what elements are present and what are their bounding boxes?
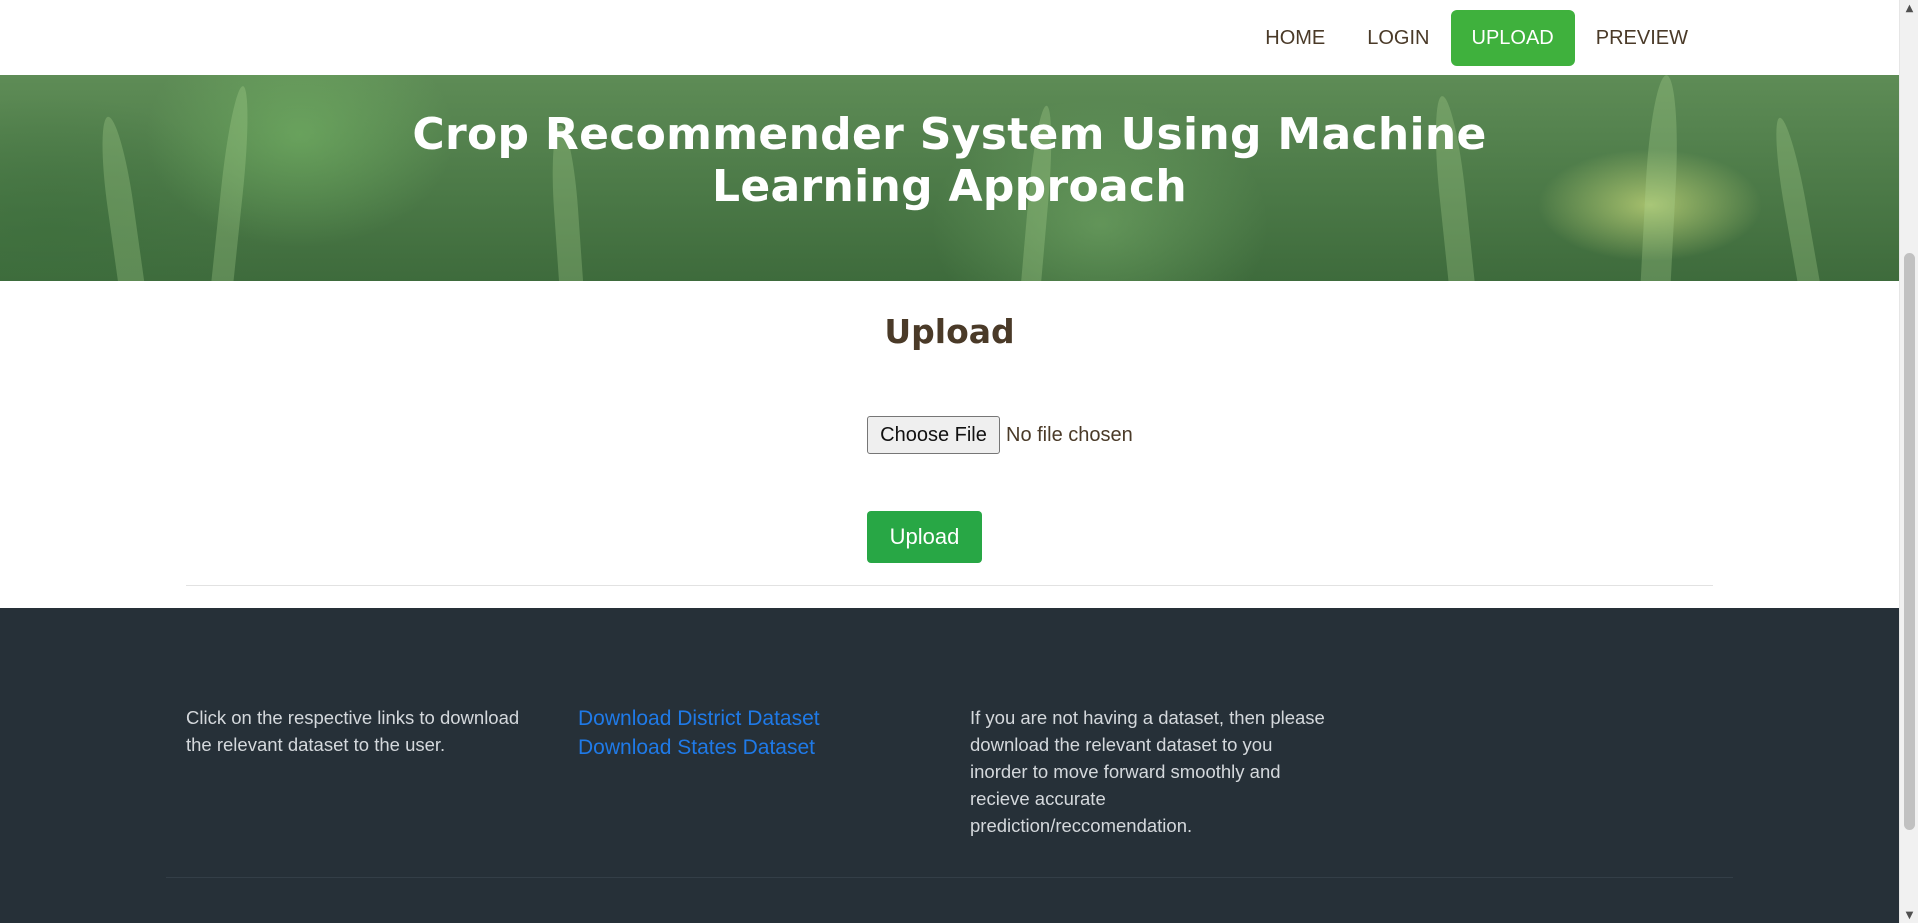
- download-states-dataset-link[interactable]: Download States Dataset: [578, 733, 918, 762]
- nav-preview[interactable]: PREVIEW: [1575, 10, 1709, 66]
- nav-upload[interactable]: UPLOAD: [1450, 9, 1575, 66]
- download-district-dataset-link[interactable]: Download District Dataset: [578, 704, 918, 733]
- page-scrollbar[interactable]: ▲ ▼: [1899, 0, 1918, 923]
- top-navbar: HOME LOGIN UPLOAD PREVIEW: [0, 0, 1899, 75]
- footer: Click on the respective links to downloa…: [0, 608, 1899, 923]
- triangle-down-icon[interactable]: ▼: [1900, 907, 1918, 923]
- hero-banner: Crop Recommender System Using Machine Le…: [0, 75, 1899, 281]
- section-divider: [186, 585, 1713, 586]
- page-title: Crop Recommender System Using Machine Le…: [412, 109, 1487, 212]
- footer-instructions: Click on the respective links to downloa…: [186, 707, 520, 755]
- triangle-up-icon[interactable]: ▲: [1900, 0, 1918, 16]
- footer-note: If you are not having a dataset, then pl…: [970, 707, 1325, 836]
- upload-submit-button[interactable]: Upload: [867, 511, 982, 563]
- upload-heading: Upload: [884, 312, 1015, 351]
- scrollbar-thumb[interactable]: [1904, 253, 1915, 830]
- footer-links: Download District Dataset Download State…: [578, 704, 918, 762]
- choose-file-button[interactable]: Choose File: [867, 416, 1000, 454]
- nav-home[interactable]: HOME: [1244, 10, 1346, 66]
- file-status-text: No file chosen: [1006, 423, 1133, 446]
- nav-login[interactable]: LOGIN: [1346, 10, 1450, 66]
- footer-divider: [166, 877, 1733, 878]
- file-input-row: Choose File No file chosen: [867, 416, 1133, 454]
